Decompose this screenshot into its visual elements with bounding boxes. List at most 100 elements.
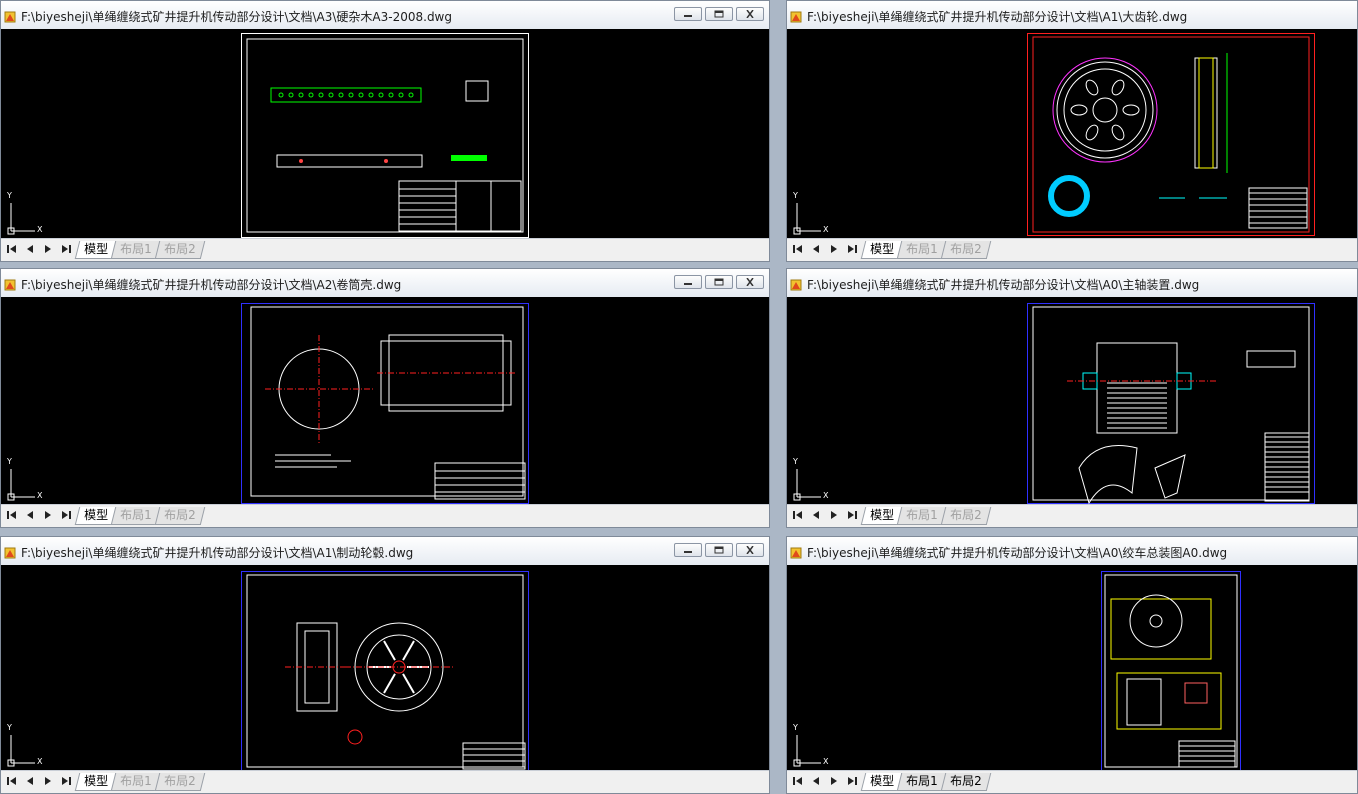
- ucs-icon: YX: [791, 457, 831, 501]
- window-title: F:\biyesheji\单绳缠绕式矿井提升机传动部分设计\文档\A3\硬杂木A…: [21, 10, 452, 24]
- tab-next-button[interactable]: [825, 774, 843, 788]
- cad-drawing-sheet: [1027, 33, 1315, 236]
- ucs-y-label: Y: [7, 723, 12, 732]
- layout-tab-bar: 模型 布局1 布局2: [1, 504, 769, 527]
- drawing-window-4[interactable]: F:\biyesheji\单绳缠绕式矿井提升机传动部分设计\文档\A0\主轴装置…: [786, 268, 1358, 528]
- layout-tab-label: 布局2: [163, 774, 196, 788]
- close-button[interactable]: [736, 543, 764, 557]
- restore-button[interactable]: [705, 543, 733, 557]
- layout-tab[interactable]: 布局1: [110, 241, 161, 259]
- tab-prev-button[interactable]: [807, 508, 825, 522]
- window-titlebar[interactable]: F:\biyesheji\单绳缠绕式矿井提升机传动部分设计\文档\A1\大齿轮.…: [787, 1, 1357, 30]
- tab-last-button[interactable]: [843, 242, 861, 256]
- dwg-document-icon: [790, 8, 803, 23]
- drawing-canvas[interactable]: YX: [787, 565, 1357, 771]
- tab-first-button[interactable]: [789, 242, 807, 256]
- tab-prev-button[interactable]: [21, 774, 39, 788]
- restore-button[interactable]: [705, 7, 733, 21]
- drawing-window-3[interactable]: F:\biyesheji\单绳缠绕式矿井提升机传动部分设计\文档\A2\卷筒壳.…: [0, 268, 770, 528]
- restore-button[interactable]: [705, 275, 733, 289]
- window-titlebar[interactable]: F:\biyesheji\单绳缠绕式矿井提升机传动部分设计\文档\A3\硬杂木A…: [1, 1, 769, 30]
- layout-tab[interactable]: 布局1: [110, 773, 161, 791]
- cad-drawing-sheet: [1027, 303, 1315, 504]
- drawing-canvas[interactable]: YX: [787, 29, 1357, 239]
- tab-first-button[interactable]: [789, 774, 807, 788]
- layout-tab[interactable]: 布局2: [154, 773, 205, 791]
- layout-tab-label: 模型: [84, 774, 109, 788]
- tab-next-button[interactable]: [825, 508, 843, 522]
- tab-first-button[interactable]: [3, 242, 21, 256]
- tab-last-button[interactable]: [57, 508, 75, 522]
- drawing-canvas[interactable]: YX: [1, 565, 769, 771]
- close-button[interactable]: [736, 275, 764, 289]
- ucs-icon: YX: [5, 191, 45, 235]
- tab-last-button[interactable]: [57, 242, 75, 256]
- tab-prev-button[interactable]: [807, 774, 825, 788]
- tab-next-button[interactable]: [825, 242, 843, 256]
- layout-tab-label: 布局1: [120, 774, 152, 788]
- close-button[interactable]: [736, 7, 764, 21]
- ucs-x-label: X: [823, 225, 829, 234]
- tab-prev-button[interactable]: [807, 242, 825, 256]
- layout-tab-bar: 模型 布局1 布局2: [787, 504, 1357, 527]
- layout-tab-label: 模型: [870, 774, 895, 788]
- window-titlebar[interactable]: F:\biyesheji\单绳缠绕式矿井提升机传动部分设计\文档\A2\卷筒壳.…: [1, 269, 769, 298]
- layout-tab[interactable]: 布局2: [154, 507, 205, 525]
- layout-tab-bar: 模型 布局1 布局2: [787, 238, 1357, 261]
- layout-tab-label: 模型: [870, 508, 895, 522]
- tab-last-button[interactable]: [57, 774, 75, 788]
- cad-drawing-sheet: [241, 571, 529, 771]
- tab-prev-button[interactable]: [21, 242, 39, 256]
- layout-tab[interactable]: 布局2: [940, 241, 991, 259]
- drawing-window-6[interactable]: F:\biyesheji\单绳缠绕式矿井提升机传动部分设计\文档\A0\绞车总装…: [786, 536, 1358, 794]
- ucs-icon: YX: [5, 723, 45, 767]
- cad-drawing-sheet: [241, 33, 529, 238]
- layout-tab[interactable]: 布局2: [940, 507, 991, 525]
- window-titlebar[interactable]: F:\biyesheji\单绳缠绕式矿井提升机传动部分设计\文档\A0\主轴装置…: [787, 269, 1357, 298]
- dwg-document-icon: [4, 276, 17, 291]
- ucs-icon: YX: [791, 723, 831, 767]
- layout-tab-bar: 模型 布局1 布局2: [1, 238, 769, 261]
- dwg-document-icon: [790, 544, 803, 559]
- window-titlebar[interactable]: F:\biyesheji\单绳缠绕式矿井提升机传动部分设计\文档\A1\制动轮毂…: [1, 537, 769, 566]
- minimize-button[interactable]: [674, 275, 702, 289]
- layout-tab[interactable]: 布局1: [896, 773, 947, 791]
- layout-tab[interactable]: 布局2: [154, 241, 205, 259]
- tab-prev-button[interactable]: [21, 508, 39, 522]
- layout-tab-label: 模型: [84, 242, 109, 256]
- tab-last-button[interactable]: [843, 774, 861, 788]
- layout-tab-label: 布局2: [949, 508, 982, 522]
- drawing-canvas[interactable]: YX: [787, 297, 1357, 505]
- layout-tab-label: 布局1: [906, 508, 938, 522]
- layout-tab-label: 模型: [870, 242, 895, 256]
- drawing-window-1[interactable]: F:\biyesheji\单绳缠绕式矿井提升机传动部分设计\文档\A3\硬杂木A…: [0, 0, 770, 262]
- tab-first-button[interactable]: [789, 508, 807, 522]
- minimize-button[interactable]: [674, 7, 702, 21]
- tab-next-button[interactable]: [39, 242, 57, 256]
- drawing-canvas[interactable]: YX: [1, 297, 769, 505]
- ucs-x-label: X: [823, 757, 829, 766]
- minimize-button[interactable]: [674, 543, 702, 557]
- layout-tab[interactable]: 布局1: [110, 507, 161, 525]
- window-titlebar[interactable]: F:\biyesheji\单绳缠绕式矿井提升机传动部分设计\文档\A0\绞车总装…: [787, 537, 1357, 566]
- layout-tab[interactable]: 布局2: [940, 773, 991, 791]
- ucs-x-label: X: [823, 491, 829, 500]
- drawing-window-2[interactable]: F:\biyesheji\单绳缠绕式矿井提升机传动部分设计\文档\A1\大齿轮.…: [786, 0, 1358, 262]
- tab-first-button[interactable]: [3, 508, 21, 522]
- tab-next-button[interactable]: [39, 774, 57, 788]
- dwg-document-icon: [790, 276, 803, 291]
- ucs-y-label: Y: [7, 191, 12, 200]
- ucs-y-label: Y: [7, 457, 12, 466]
- tab-last-button[interactable]: [843, 508, 861, 522]
- tab-next-button[interactable]: [39, 508, 57, 522]
- cad-drawing-sheet: [241, 303, 529, 504]
- ucs-x-label: X: [37, 757, 43, 766]
- layout-tab[interactable]: 布局1: [896, 507, 947, 525]
- ucs-icon: YX: [5, 457, 45, 501]
- tab-first-button[interactable]: [3, 774, 21, 788]
- drawing-window-5[interactable]: F:\biyesheji\单绳缠绕式矿井提升机传动部分设计\文档\A1\制动轮毂…: [0, 536, 770, 794]
- layout-tab-label: 布局1: [120, 242, 152, 256]
- layout-tab[interactable]: 布局1: [896, 241, 947, 259]
- drawing-canvas[interactable]: YX: [1, 29, 769, 239]
- ucs-icon: YX: [791, 191, 831, 235]
